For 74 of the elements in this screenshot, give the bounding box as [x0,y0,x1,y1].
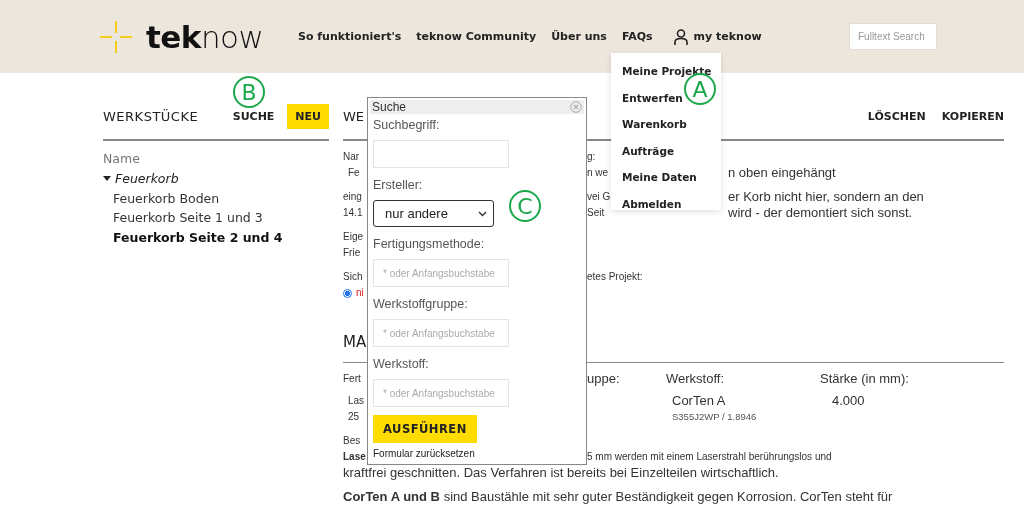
text-fragment: er Korb nicht hier, sondern an den [728,189,924,205]
annotation-marker: C [509,190,541,222]
text-fragment: eing [343,190,363,204]
text-fragment: Fe [347,166,361,180]
text-fragment: wird - der demontiert sich sonst. [728,205,913,221]
section-title: WE [343,108,366,124]
text-fragment: Eige [343,230,364,244]
tree-item[interactable]: Feuerkorb Seite 2 und 4 [103,227,329,247]
section-title: MA [343,334,367,350]
field-label: Werkstoffgruppe: [373,297,469,311]
user-icon [673,28,688,45]
nav-link[interactable]: FAQs [621,30,653,43]
submit-button[interactable]: AUSFÜHREN [373,415,477,443]
input-field[interactable] [373,140,509,168]
text-fragment: 5 mm werden mit einem Laserstrahl berührungslos und [587,450,832,464]
radio-button[interactable] [343,288,352,298]
reset-link[interactable]: Formular zurücksetzen [373,448,581,459]
chevron-icon [478,210,487,217]
radio-label: ni [356,286,364,300]
text-fragment: 14.1 [343,206,364,220]
input-field[interactable]: * oder Anfangsbuchstabe [373,319,509,347]
input-field[interactable]: * oder Anfangsbuchstabe [373,259,509,287]
field-label: Suchbegriff: [373,118,441,132]
sidebar-title: WERKSTÜCKE [103,108,200,124]
select-field[interactable]: nur andere [373,200,494,227]
field-label: uppe: [587,371,621,387]
text-fragment: Lase [343,450,367,464]
menu-item[interactable]: Aufträge [622,137,675,164]
nav-link[interactable]: So funktioniert's [298,30,402,43]
tree-item[interactable]: Feuerkorb [103,169,329,189]
nav-link[interactable]: teknow Community [416,30,537,43]
field-value: 4.000 [831,393,866,409]
text-fragment: n we [587,166,609,180]
field-value: 25 [347,410,361,424]
input-field[interactable]: * oder Anfangsbuchstabe [373,379,509,407]
material-code: S355J2WP / 1.8946 [671,410,758,424]
paragraph: CorTen A und B sind Baustähle mit sehr guter Beständigkeit gegen Korrosion. CorTen steht für [343,489,893,505]
field-label: Stärke (in mm): [820,371,910,387]
menu-item[interactable]: Entwerfen [622,84,683,111]
action-button[interactable]: KOPIEREN [941,103,1004,129]
caret-icon [103,175,111,182]
field-label: Ersteller: [373,178,424,192]
action-button[interactable]: LÖSCHEN [867,103,926,129]
logo-mark-icon [100,20,132,53]
menu-item[interactable]: Abmelden [622,190,682,217]
text-fragment: Sich [343,270,364,284]
field-label: Fertigungsmethode: [373,237,486,251]
paragraph: kraftfrei geschnitten. Das Verfahren ist bereits bei Einzelteilen wirtschaftlich. [343,465,779,481]
field-label: Werkstoff: [373,357,430,371]
annotation-marker: B [233,76,265,108]
field-label: Werkstoff: [666,371,726,387]
text-fragment: g: [587,150,596,164]
text-fragment: n oben eingehängt [728,165,836,181]
text-fragment: Nar [343,150,361,164]
search-field[interactable]: Fulltext Search [849,23,937,50]
text-fragment: etes Projekt: [587,270,643,284]
field-label: Fert [343,372,362,386]
nav-link[interactable]: Über uns [551,30,607,43]
menu-item[interactable]: Meine Daten [622,164,697,191]
tree-item[interactable]: Feuerkorb Seite 1 und 3 [103,208,329,228]
column-header: Name [103,150,141,168]
field-value: CorTen A [671,393,727,409]
dialog-title: Suche [372,100,407,114]
text-fragment: Bes [343,434,362,448]
text-fragment: Frie [343,246,362,260]
account-link[interactable]: my teknow [673,28,762,45]
tree-item[interactable]: Feuerkorb Boden [103,188,329,208]
close-icon[interactable] [570,101,582,113]
field-value: Las [347,394,366,408]
menu-item[interactable]: Warenkorb [622,111,687,138]
text-fragment: vei G [587,190,611,204]
logo-text[interactable]: teknow [146,18,264,55]
new-button[interactable]: NEU [287,103,329,129]
text-fragment: Seit [587,206,605,220]
